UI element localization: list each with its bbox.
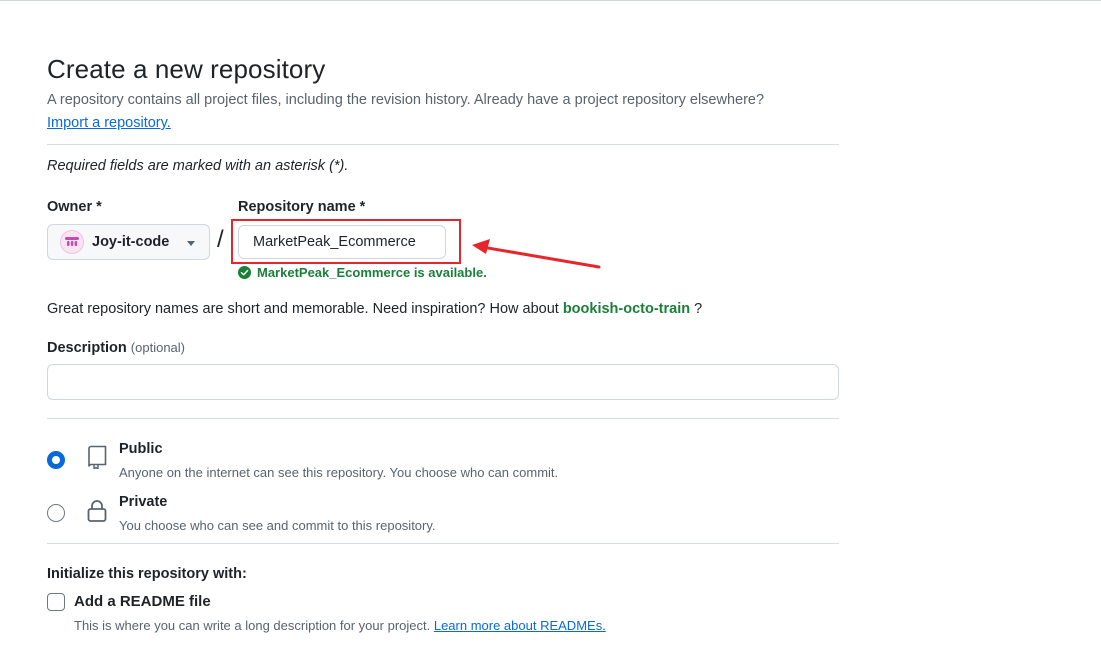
optional-tag: (optional) [130, 340, 185, 355]
readme-description-text: This is where you can write a long descr… [74, 618, 431, 633]
public-radio[interactable] [47, 451, 65, 469]
private-description: You choose who can see and commit to thi… [119, 518, 436, 533]
learn-more-readmes-link[interactable]: Learn more about READMEs. [434, 618, 606, 633]
owner-select[interactable]: Joy-it-code [47, 224, 210, 260]
repo-icon [88, 445, 107, 469]
required-fields-note: Required fields are marked with an aster… [47, 158, 349, 174]
repository-name-input[interactable] [238, 225, 446, 259]
page-subtitle: A repository contains all project files,… [47, 92, 765, 108]
suggestion-suffix: ? [694, 301, 703, 317]
name-suggestion: Great repository names are short and mem… [47, 301, 702, 317]
import-repository-link[interactable]: Import a repository. [47, 115, 171, 131]
page-title: Create a new repository [47, 54, 326, 84]
suggestion-text: Great repository names are short and mem… [47, 301, 559, 317]
check-circle-icon [238, 266, 251, 279]
owner-name: Joy-it-code [92, 234, 170, 250]
annotation-arrow [472, 239, 601, 269]
private-radio[interactable] [47, 504, 65, 522]
lock-icon [87, 500, 107, 522]
caret-down-icon [187, 241, 195, 246]
add-readme-checkbox[interactable] [47, 593, 65, 611]
suggested-name-button[interactable]: bookish-octo-train [563, 301, 690, 317]
private-label: Private [119, 494, 168, 510]
repo-name-label: Repository name * [238, 199, 366, 215]
divider [47, 144, 839, 145]
availability-message: MarketPeak_Ecommerce is available. [238, 265, 487, 280]
initialize-label: Initialize this repository with: [47, 566, 247, 582]
add-readme-label[interactable]: Add a README file [74, 593, 211, 610]
top-border [0, 0, 1101, 1]
public-description: Anyone on the internet can see this repo… [119, 465, 559, 480]
owner-avatar-icon [65, 237, 79, 246]
public-label: Public [119, 441, 163, 457]
description-label-text: Description [47, 340, 127, 356]
owner-repo-separator: / [217, 226, 224, 253]
description-input[interactable] [47, 364, 839, 400]
divider [47, 543, 839, 544]
description-label: Description (optional) [47, 340, 185, 356]
owner-label: Owner * [47, 199, 102, 215]
owner-avatar [60, 230, 84, 254]
readme-description: This is where you can write a long descr… [74, 618, 606, 633]
divider [47, 418, 839, 419]
availability-text: MarketPeak_Ecommerce is available. [257, 265, 487, 280]
